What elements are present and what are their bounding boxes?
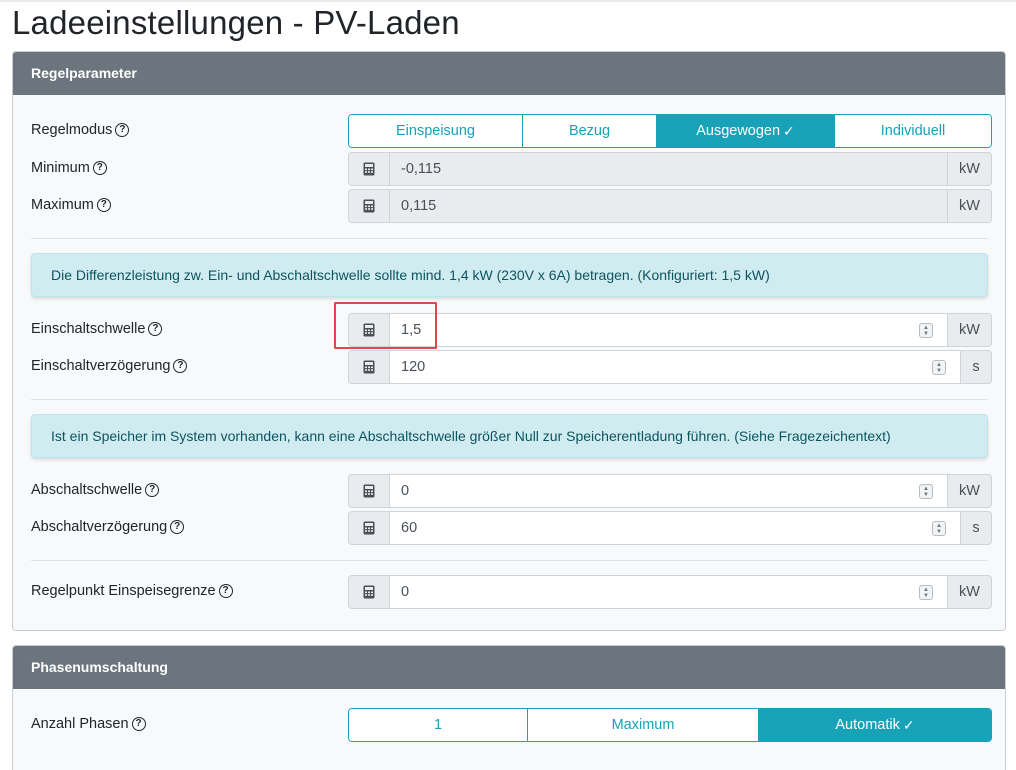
- calculator-icon[interactable]: [348, 350, 390, 384]
- minimum-unit: kW: [948, 152, 992, 186]
- abschaltverzoegerung-input[interactable]: 60 ▲ ▼: [390, 511, 961, 545]
- regelpunkt-label: Regelpunkt Einspeisegrenze: [31, 583, 216, 599]
- abschaltschwelle-input-group: 0 ▲ ▼ kW: [348, 474, 992, 508]
- check-icon: ✓: [902, 716, 915, 733]
- abschaltschwelle-label-wrap: Abschaltschwelle ?: [31, 482, 160, 498]
- regelparameter-card: Regelparameter Regelmodus ? Einspeisung …: [12, 51, 1006, 631]
- abschaltverzoegerung-input-group: 60 ▲ ▼ s: [348, 511, 992, 545]
- minimum-input: -0,115: [390, 152, 948, 186]
- top-border: [0, 0, 1016, 2]
- anzahl-phasen-label-wrap: Anzahl Phasen ?: [31, 716, 146, 732]
- abschaltverzoegerung-label: Abschaltverzögerung: [31, 519, 168, 535]
- question-circle-icon[interactable]: ?: [148, 322, 163, 336]
- calculator-icon[interactable]: [348, 575, 390, 609]
- info-alert-differenz: Die Differenzleistung zw. Ein- und Absch…: [31, 253, 988, 297]
- phasen-1-button[interactable]: 1: [349, 709, 527, 741]
- regelpunkt-label-wrap: Regelpunkt Einspeisegrenze ?: [31, 583, 233, 599]
- abschaltschwelle-input[interactable]: 0 ▲ ▼: [390, 474, 948, 508]
- abschaltverzoegerung-label-wrap: Abschaltverzögerung ?: [31, 519, 185, 535]
- question-circle-icon[interactable]: ?: [92, 161, 107, 175]
- spinner-arrows-icon[interactable]: ▲ ▼: [932, 521, 946, 536]
- regelpunkt-input[interactable]: 0 ▲ ▼: [390, 575, 948, 609]
- page-title: Ladeeinstellungen - PV-Laden: [12, 4, 460, 41]
- regelmodus-bezug-button[interactable]: Bezug: [522, 115, 656, 147]
- minimum-label-wrap: Minimum ?: [31, 160, 107, 176]
- regelmodus-button-group: Einspeisung Bezug Ausgewogen ✓ Individuel…: [348, 114, 992, 148]
- calculator-icon: [348, 152, 390, 186]
- maximum-label-wrap: Maximum ?: [31, 197, 111, 213]
- spinner-arrows-icon[interactable]: ▲ ▼: [919, 323, 933, 338]
- question-circle-icon[interactable]: ?: [115, 123, 130, 137]
- minimum-label: Minimum: [31, 160, 90, 176]
- minimum-input-group: -0,115 kW: [348, 152, 992, 186]
- abschaltschwelle-label: Abschaltschwelle: [31, 482, 143, 498]
- einschaltschwelle-input[interactable]: 1,5 ▲ ▼: [390, 313, 948, 347]
- maximum-input-group: 0,115 kW: [348, 189, 992, 223]
- phasen-automatik-button[interactable]: Automatik ✓: [758, 709, 991, 741]
- regelpunkt-input-group: 0 ▲ ▼ kW: [348, 575, 992, 609]
- spinner-arrows-icon[interactable]: ▲ ▼: [919, 585, 933, 600]
- question-circle-icon[interactable]: ?: [131, 717, 146, 731]
- einschaltschwelle-label-wrap: Einschaltschwelle ?: [31, 321, 163, 337]
- calculator-icon[interactable]: [348, 511, 390, 545]
- calculator-icon: [348, 189, 390, 223]
- regelmodus-individuell-button[interactable]: Individuell: [834, 115, 991, 147]
- phasenumschaltung-card: Phasenumschaltung Anzahl Phasen ? 1 Maxi…: [12, 645, 1006, 770]
- calculator-icon[interactable]: [348, 313, 390, 347]
- regelmodus-ausgewogen-button[interactable]: Ausgewogen ✓: [656, 115, 834, 147]
- regelmodus-einspeisung-button[interactable]: Einspeisung: [349, 115, 522, 147]
- regelparameter-header: Regelparameter: [13, 52, 1005, 95]
- einschaltverzoegerung-label-wrap: Einschaltverzögerung ?: [31, 358, 188, 374]
- abschaltverzoegerung-unit: s: [961, 511, 992, 545]
- spinner-arrows-icon[interactable]: ▲ ▼: [919, 484, 933, 499]
- divider: [31, 399, 988, 400]
- question-circle-icon[interactable]: ?: [218, 584, 233, 598]
- spinner-arrows-icon[interactable]: ▲ ▼: [932, 360, 946, 375]
- question-circle-icon[interactable]: ?: [170, 520, 185, 534]
- calculator-icon[interactable]: [348, 474, 390, 508]
- regelmodus-label-wrap: Regelmodus ?: [31, 122, 130, 138]
- question-circle-icon[interactable]: ?: [145, 483, 160, 497]
- info-alert-speicher: Ist ein Speicher im System vorhanden, ka…: [31, 414, 988, 458]
- divider: [31, 238, 988, 239]
- maximum-label: Maximum: [31, 197, 94, 213]
- anzahl-phasen-button-group: 1 Maximum Automatik ✓: [348, 708, 992, 742]
- abschaltschwelle-unit: kW: [948, 474, 992, 508]
- maximum-unit: kW: [948, 189, 992, 223]
- einschaltverzoegerung-label: Einschaltverzögerung: [31, 358, 171, 374]
- phasenumschaltung-header: Phasenumschaltung: [13, 646, 1005, 689]
- einschaltschwelle-label: Einschaltschwelle: [31, 321, 146, 337]
- check-icon: ✓: [783, 122, 795, 139]
- einschaltverzoegerung-input[interactable]: 120 ▲ ▼: [390, 350, 961, 384]
- maximum-input: 0,115: [390, 189, 948, 223]
- regelmodus-label: Regelmodus: [31, 122, 113, 138]
- question-circle-icon[interactable]: ?: [96, 198, 111, 212]
- regelpunkt-unit: kW: [948, 575, 992, 609]
- question-circle-icon[interactable]: ?: [173, 359, 188, 373]
- anzahl-phasen-label: Anzahl Phasen: [31, 716, 129, 732]
- einschaltverzoegerung-input-group: 120 ▲ ▼ s: [348, 350, 992, 384]
- einschaltschwelle-input-group: 1,5 ▲ ▼ kW: [348, 313, 992, 347]
- phasen-maximum-button[interactable]: Maximum: [527, 709, 758, 741]
- divider: [31, 560, 988, 561]
- einschaltschwelle-unit: kW: [948, 313, 992, 347]
- einschaltverzoegerung-unit: s: [961, 350, 992, 384]
